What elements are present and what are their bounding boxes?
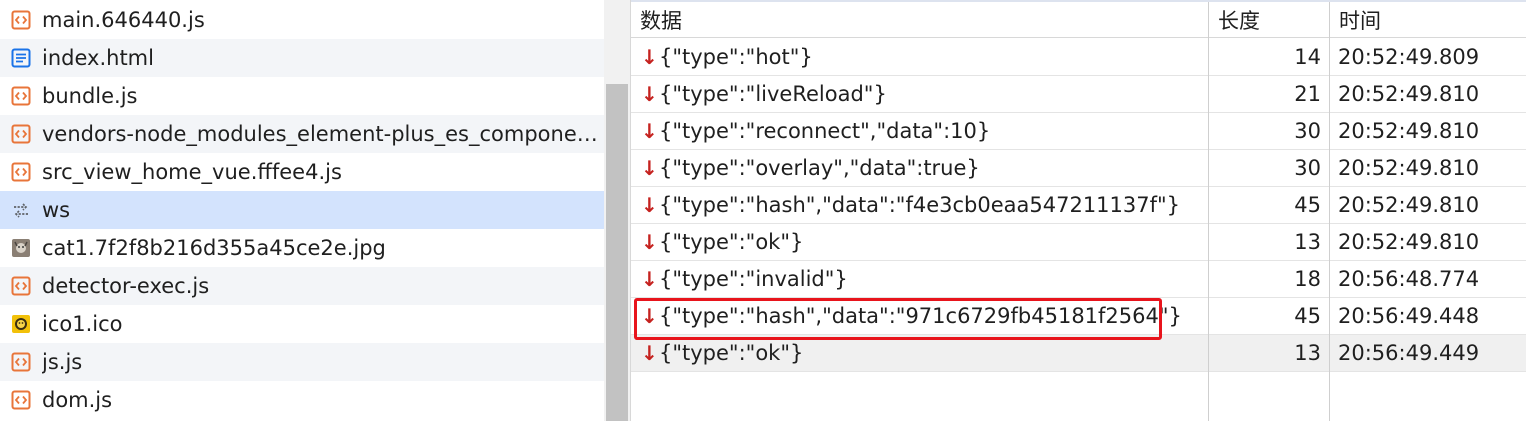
message-row[interactable]: ↓ {"type":"hash","data":"f4e3cb0eaa547211… bbox=[631, 187, 1526, 224]
code-file-icon bbox=[11, 124, 31, 144]
message-time: 20:52:49.809 bbox=[1338, 45, 1480, 69]
annotation-highlight-box bbox=[634, 298, 1162, 340]
message-length: 45 bbox=[1294, 193, 1321, 217]
code-file-icon bbox=[11, 390, 31, 410]
favicon-icon bbox=[11, 314, 31, 334]
message-row[interactable]: ↓ {"type":"ok"} 13 20:52:49.810 bbox=[631, 224, 1526, 261]
websocket-icon bbox=[11, 200, 31, 220]
request-list-scrollbar[interactable] bbox=[604, 0, 630, 421]
request-name: ws bbox=[42, 198, 71, 222]
message-length: 13 bbox=[1294, 230, 1321, 254]
message-length: 21 bbox=[1294, 82, 1321, 106]
request-row-index-html[interactable]: index.html bbox=[0, 39, 604, 77]
message-data: {"type":"ok"} bbox=[659, 230, 804, 254]
message-time: 20:52:49.810 bbox=[1338, 156, 1480, 180]
message-row-highlighted[interactable]: ↓ {"type":"ok"} 13 20:56:49.449 bbox=[631, 335, 1526, 372]
message-time: 20:52:49.810 bbox=[1338, 82, 1480, 106]
request-row-ico1[interactable]: ico1.ico bbox=[0, 305, 604, 343]
request-name: detector-exec.js bbox=[42, 274, 210, 298]
code-file-icon bbox=[11, 162, 31, 182]
column-divider bbox=[1208, 2, 1209, 421]
received-arrow-icon: ↓ bbox=[641, 193, 658, 217]
code-file-icon bbox=[11, 86, 31, 106]
message-data: {"type":"liveReload"} bbox=[659, 82, 887, 106]
document-file-icon bbox=[11, 48, 31, 68]
request-row-main-js[interactable]: main.646440.js bbox=[0, 1, 604, 39]
message-length: 18 bbox=[1294, 267, 1321, 291]
received-arrow-icon: ↓ bbox=[641, 341, 658, 365]
received-arrow-icon: ↓ bbox=[641, 82, 658, 106]
scrollbar-thumb[interactable] bbox=[606, 84, 628, 421]
received-arrow-icon: ↓ bbox=[641, 45, 658, 69]
received-arrow-icon: ↓ bbox=[641, 119, 658, 143]
message-length: 45 bbox=[1294, 304, 1321, 328]
websocket-messages-table: 数据 长度 时间 ↓ {"type":"hot"} 14 20:52:49.809… bbox=[630, 0, 1526, 421]
column-header-data[interactable]: 数据 bbox=[631, 2, 1208, 38]
request-row-dom-js[interactable]: dom.js bbox=[0, 381, 604, 419]
received-arrow-icon: ↓ bbox=[641, 156, 658, 180]
request-row-bundle-js[interactable]: bundle.js bbox=[0, 77, 604, 115]
column-divider bbox=[1329, 2, 1330, 421]
message-row[interactable]: ↓ {"type":"reconnect","data":10} 30 20:52… bbox=[631, 113, 1526, 150]
request-name: main.646440.js bbox=[42, 8, 205, 32]
message-time: 20:52:49.810 bbox=[1338, 230, 1480, 254]
column-header-label: 时间 bbox=[1339, 8, 1381, 33]
column-header-length[interactable]: 长度 bbox=[1208, 2, 1329, 38]
column-header-label: 长度 bbox=[1218, 8, 1260, 33]
request-name: ico1.ico bbox=[42, 312, 123, 336]
message-length: 30 bbox=[1294, 119, 1321, 143]
code-file-icon bbox=[11, 352, 31, 372]
devtools-network-panel: main.646440.js index.html bundle.js vend… bbox=[0, 0, 1526, 421]
request-name: bundle.js bbox=[42, 84, 138, 108]
message-row[interactable]: ↓ {"type":"hot"} 14 20:52:49.809 bbox=[631, 39, 1526, 76]
message-time: 20:56:49.449 bbox=[1338, 341, 1480, 365]
request-name: dom.js bbox=[42, 388, 113, 412]
message-data: {"type":"overlay","data":true} bbox=[659, 156, 980, 180]
request-row-js-js[interactable]: js.js bbox=[0, 343, 604, 381]
received-arrow-icon: ↓ bbox=[641, 230, 658, 254]
message-time: 20:56:48.774 bbox=[1338, 267, 1480, 291]
message-data: {"type":"hash","data":"f4e3cb0eaa5472111… bbox=[659, 193, 1181, 217]
request-name: vendors-node_modules_element-plus_es_com… bbox=[42, 122, 598, 146]
message-row[interactable]: ↓ {"type":"overlay","data":true} 30 20:52… bbox=[631, 150, 1526, 187]
received-arrow-icon: ↓ bbox=[641, 267, 658, 291]
code-file-icon bbox=[11, 10, 31, 30]
message-data: {"type":"invalid"} bbox=[659, 267, 848, 291]
message-time: 20:52:49.810 bbox=[1338, 119, 1480, 143]
column-header-time[interactable]: 时间 bbox=[1329, 2, 1526, 38]
request-name: js.js bbox=[42, 350, 83, 374]
request-row-cat-jpg[interactable]: cat1.7f2f8b216d355a45ce2e.jpg bbox=[0, 229, 604, 267]
message-data: {"type":"ok"} bbox=[659, 341, 804, 365]
message-time: 20:56:49.448 bbox=[1338, 304, 1480, 328]
message-length: 30 bbox=[1294, 156, 1321, 180]
request-row-ws[interactable]: ws bbox=[0, 191, 604, 229]
request-name: index.html bbox=[42, 46, 154, 70]
request-row-src-view-home[interactable]: src_view_home_vue.fffee4.js bbox=[0, 153, 604, 191]
code-file-icon bbox=[11, 276, 31, 296]
request-name: src_view_home_vue.fffee4.js bbox=[42, 160, 342, 184]
image-file-icon bbox=[11, 238, 31, 258]
message-row[interactable]: ↓ {"type":"liveReload"} 21 20:52:49.810 bbox=[631, 76, 1526, 113]
message-data: {"type":"hot"} bbox=[659, 45, 813, 69]
message-length: 14 bbox=[1294, 45, 1321, 69]
request-list: main.646440.js index.html bundle.js vend… bbox=[0, 0, 604, 421]
column-header-label: 数据 bbox=[640, 8, 682, 33]
message-time: 20:52:49.810 bbox=[1338, 193, 1480, 217]
message-row[interactable]: ↓ {"type":"invalid"} 18 20:56:48.774 bbox=[631, 261, 1526, 298]
message-length: 13 bbox=[1294, 341, 1321, 365]
message-data: {"type":"reconnect","data":10} bbox=[659, 119, 991, 143]
request-name: cat1.7f2f8b216d355a45ce2e.jpg bbox=[42, 236, 386, 260]
request-row-detector-exec[interactable]: detector-exec.js bbox=[0, 267, 604, 305]
request-row-vendors-js[interactable]: vendors-node_modules_element-plus_es_com… bbox=[0, 115, 604, 153]
